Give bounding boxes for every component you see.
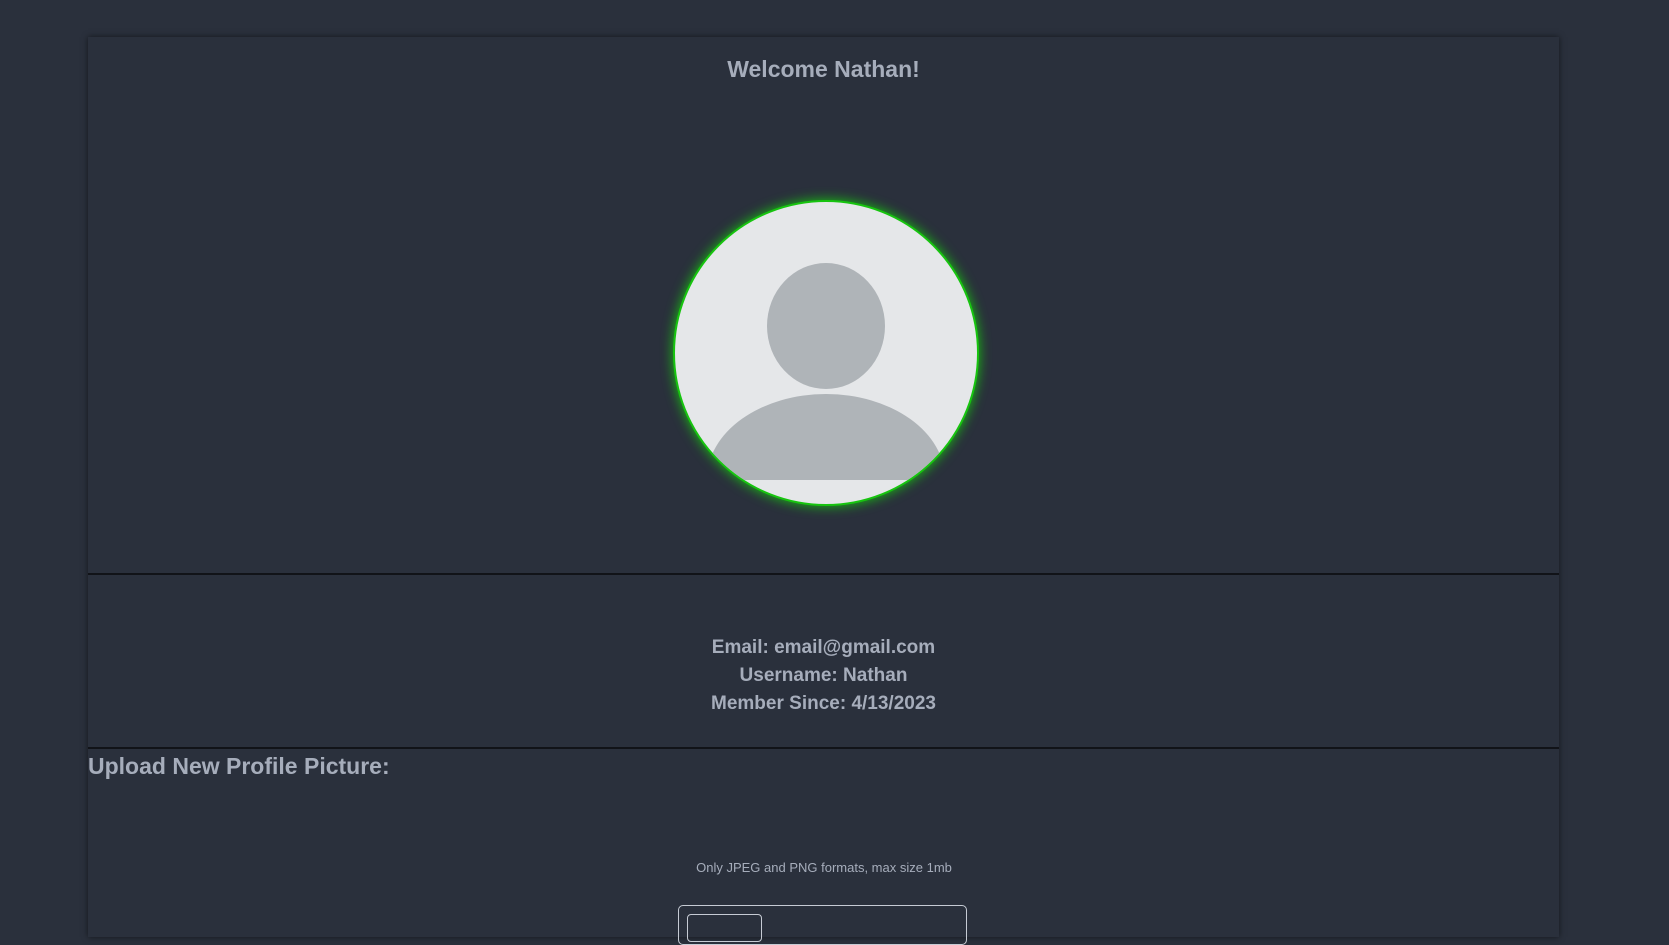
account-info: Email: email@gmail.com Username: Nathan … — [88, 634, 1559, 718]
avatar — [673, 200, 979, 506]
file-input[interactable] — [678, 905, 967, 945]
upload-hint: Only JPEG and PNG formats, max size 1mb — [696, 860, 952, 875]
default-user-icon — [767, 263, 885, 389]
divider — [88, 573, 1559, 575]
avatar-body-shape — [707, 394, 945, 480]
page-title: Welcome Nathan! — [727, 56, 920, 82]
upload-title: Upload New Profile Picture: — [88, 753, 390, 779]
email-text: Email: email@gmail.com — [711, 637, 936, 658]
username-text: Username: Nathan — [739, 665, 908, 686]
divider — [88, 747, 1559, 749]
choose-file-button[interactable] — [687, 914, 762, 942]
member-since-text: Member Since: 4/13/2023 — [711, 693, 936, 714]
profile-card: Welcome Nathan! Email: email@gmail.com U… — [88, 37, 1559, 945]
